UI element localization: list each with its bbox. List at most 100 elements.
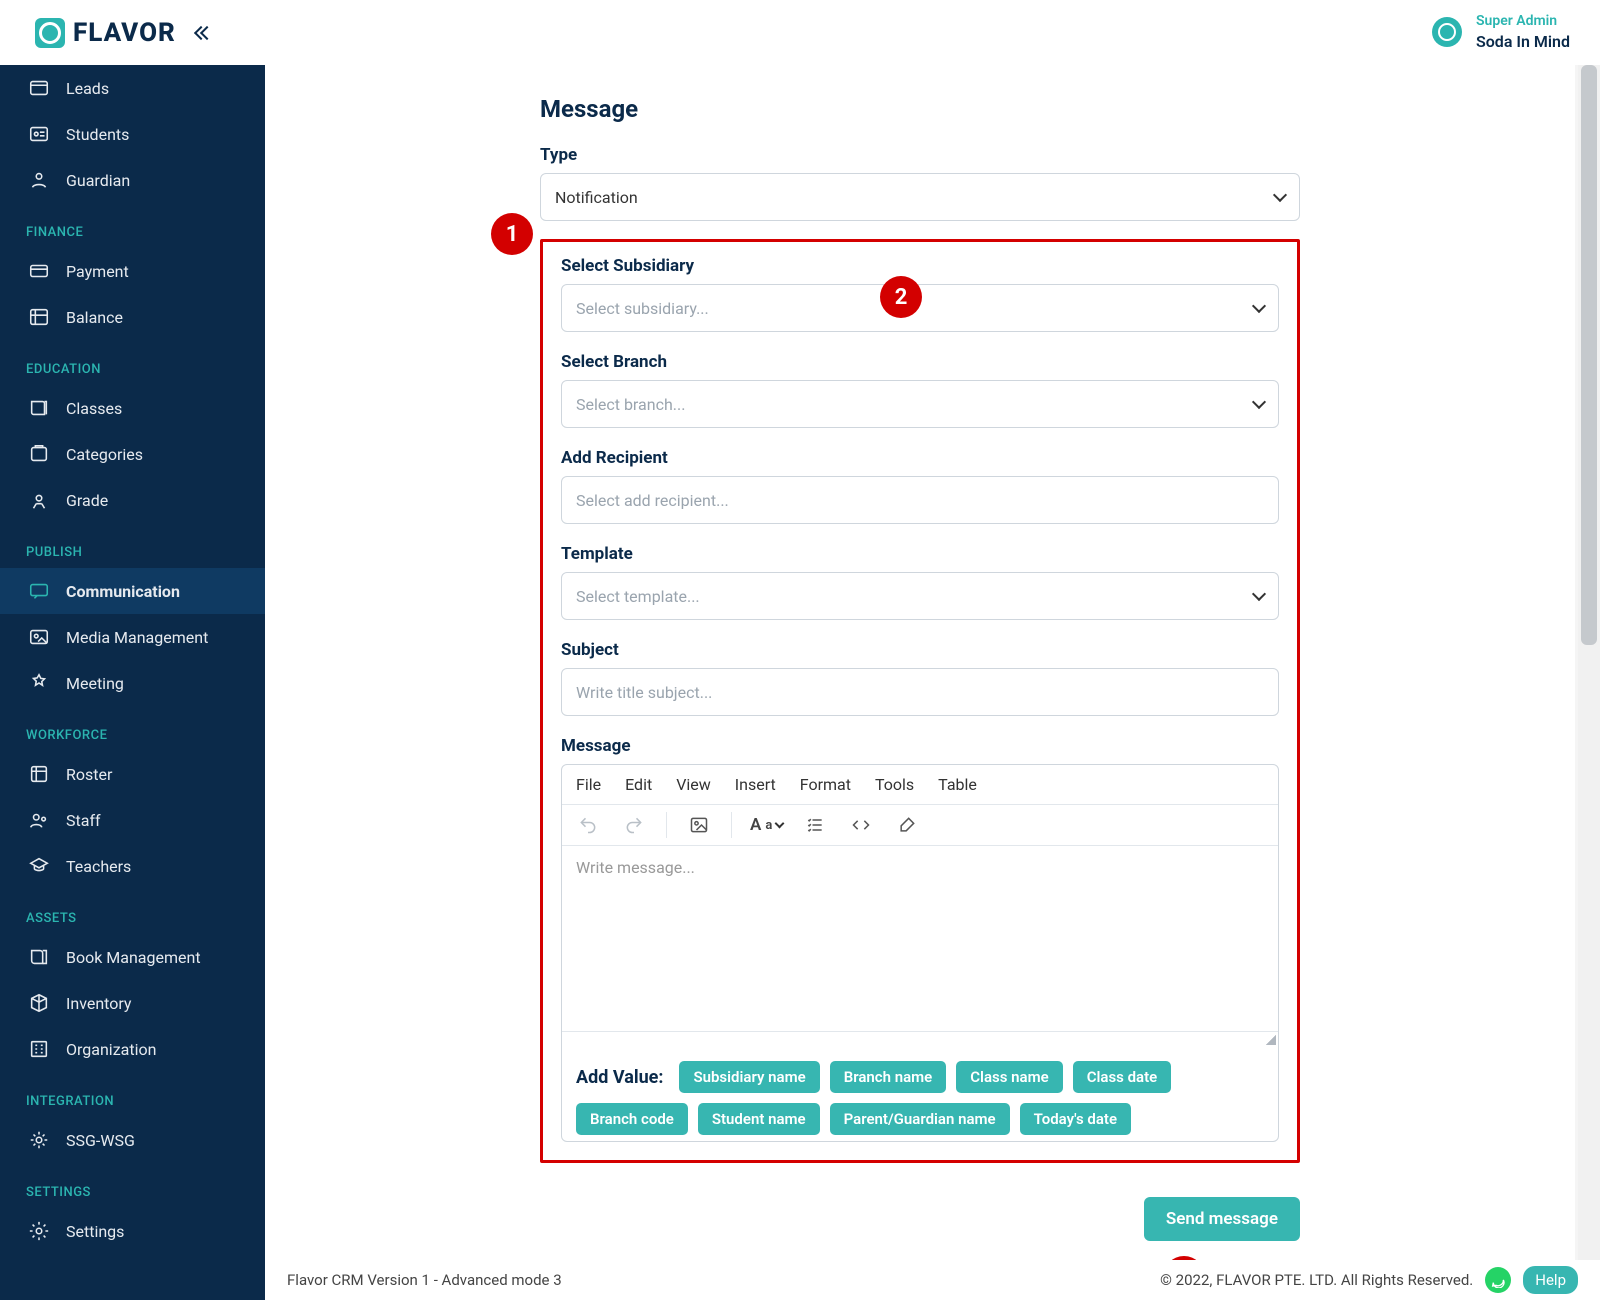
sidebar-item-label: Staff [66, 811, 101, 830]
template-select[interactable]: Select template... [561, 572, 1279, 620]
chip-today-s-date[interactable]: Today's date [1020, 1103, 1131, 1135]
brand-logo[interactable]: FLAVOR [35, 18, 176, 48]
settings-icon [28, 1220, 50, 1242]
chip-branch-name[interactable]: Branch name [830, 1061, 947, 1093]
sidebar-item-roster[interactable]: Roster [0, 751, 265, 797]
editor-menu-view[interactable]: View [676, 775, 711, 794]
insert-image-icon[interactable] [685, 811, 713, 839]
grade-icon [28, 489, 50, 511]
sidebar-item-meeting[interactable]: Meeting [0, 660, 265, 706]
chip-subsidiary-name[interactable]: Subsidiary name [679, 1061, 819, 1093]
sidebar-item-inventory[interactable]: Inventory [0, 980, 265, 1026]
staff-icon [28, 809, 50, 831]
message-body[interactable]: Write message... [562, 846, 1278, 1031]
classes-icon [28, 397, 50, 419]
chip-class-date[interactable]: Class date [1073, 1061, 1172, 1093]
scrollbar[interactable] [1578, 65, 1600, 1260]
sidebar-item-label: Teachers [66, 857, 131, 876]
font-size-button[interactable]: Aa [750, 815, 783, 835]
sidebar-item-leads[interactable]: Leads [0, 65, 265, 111]
sidebar-item-classes[interactable]: Classes [0, 385, 265, 431]
sidebar-item-staff[interactable]: Staff [0, 797, 265, 843]
sidebar-item-categories[interactable]: Categories [0, 431, 265, 477]
sidebar-item-guardian[interactable]: Guardian [0, 157, 265, 203]
chevron-down-icon [1252, 587, 1266, 601]
editor-menu-file[interactable]: File [576, 775, 601, 794]
type-value: Notification [555, 188, 638, 207]
main-panel: 1 2 3 Message Type Notification Select S… [265, 65, 1575, 1260]
sidebar-item-label: Classes [66, 399, 122, 418]
balance-icon [28, 306, 50, 328]
checklist-icon[interactable] [801, 811, 829, 839]
send-message-button[interactable]: Send message [1144, 1197, 1300, 1241]
integration-icon [28, 1129, 50, 1151]
sidebar-group-label: PUBLISH [0, 523, 265, 568]
add-value-label: Add Value: [576, 1067, 663, 1088]
sidebar-item-balance[interactable]: Balance [0, 294, 265, 340]
sidebar-item-label: Meeting [66, 674, 124, 693]
editor-menu-table[interactable]: Table [938, 775, 977, 794]
sidebar-group-label: WORKFORCE [0, 706, 265, 751]
sidebar-collapse-icon[interactable] [196, 28, 212, 38]
sidebar-item-payment[interactable]: Payment [0, 248, 265, 294]
page-title: Message [540, 95, 1300, 123]
sidebar-item-ssg-wsg[interactable]: SSG-WSG [0, 1117, 265, 1163]
communication-icon [28, 580, 50, 602]
sidebar-item-students[interactable]: Students [0, 111, 265, 157]
organization-icon [28, 1038, 50, 1060]
editor-menu-tools[interactable]: Tools [875, 775, 914, 794]
chip-branch-code[interactable]: Branch code [576, 1103, 688, 1135]
chevron-down-icon [1252, 299, 1266, 313]
resize-handle-icon[interactable] [562, 1031, 1278, 1047]
chip-student-name[interactable]: Student name [698, 1103, 820, 1135]
sidebar-item-media-management[interactable]: Media Management [0, 614, 265, 660]
sidebar-item-label: Communication [66, 582, 180, 601]
sidebar-item-book-management[interactable]: Book Management [0, 934, 265, 980]
sidebar-item-organization[interactable]: Organization [0, 1026, 265, 1072]
payment-icon [28, 260, 50, 282]
branch-select[interactable]: Select branch... [561, 380, 1279, 428]
undo-icon[interactable] [574, 811, 602, 839]
help-button[interactable]: Help [1523, 1266, 1578, 1294]
sidebar-item-label: Payment [66, 262, 129, 281]
recipient-input[interactable] [561, 476, 1279, 524]
sidebar-item-label: Students [66, 125, 129, 144]
book-icon [28, 946, 50, 968]
user-org: Soda In Mind [1476, 31, 1570, 53]
roster-icon [28, 763, 50, 785]
redo-icon[interactable] [620, 811, 648, 839]
chip-parent-guardian-name[interactable]: Parent/Guardian name [830, 1103, 1010, 1135]
highlighter-icon[interactable] [893, 811, 921, 839]
sidebar-item-settings[interactable]: Settings [0, 1208, 265, 1254]
subject-input[interactable] [561, 668, 1279, 716]
chevron-down-icon [1273, 188, 1287, 202]
code-icon[interactable] [847, 811, 875, 839]
template-placeholder: Select template... [576, 587, 700, 606]
type-select[interactable]: Notification [540, 173, 1300, 221]
sidebar-item-label: Leads [66, 79, 109, 98]
user-menu[interactable]: Super Admin Soda In Mind [1432, 12, 1570, 52]
chip-class-name[interactable]: Class name [956, 1061, 1062, 1093]
message-label: Message [561, 736, 1279, 756]
subsidiary-label: Select Subsidiary [561, 256, 1279, 276]
media-icon [28, 626, 50, 648]
sidebar-item-label: Organization [66, 1040, 156, 1059]
whatsapp-icon[interactable] [1485, 1267, 1511, 1293]
recipient-label: Add Recipient [561, 448, 1279, 468]
sidebar-item-label: Media Management [66, 628, 208, 647]
sidebar-item-grade[interactable]: Grade [0, 477, 265, 523]
editor-toolbar: Aa [562, 805, 1278, 846]
sidebar-item-communication[interactable]: Communication [0, 568, 265, 614]
inventory-icon [28, 992, 50, 1014]
add-value-section: Add Value: Subsidiary name Branch name Cla… [562, 1047, 1278, 1141]
editor-menu-format[interactable]: Format [800, 775, 851, 794]
teachers-icon [28, 855, 50, 877]
editor-menu-edit[interactable]: Edit [625, 775, 652, 794]
annotation-marker-1: 1 [491, 213, 533, 255]
sidebar-item-teachers[interactable]: Teachers [0, 843, 265, 889]
guardian-icon [28, 169, 50, 191]
editor-menu-insert[interactable]: Insert [735, 775, 776, 794]
sidebar-item-label: Balance [66, 308, 123, 327]
sidebar-item-label: Guardian [66, 171, 130, 190]
sidebar-item-label: Settings [66, 1222, 124, 1241]
